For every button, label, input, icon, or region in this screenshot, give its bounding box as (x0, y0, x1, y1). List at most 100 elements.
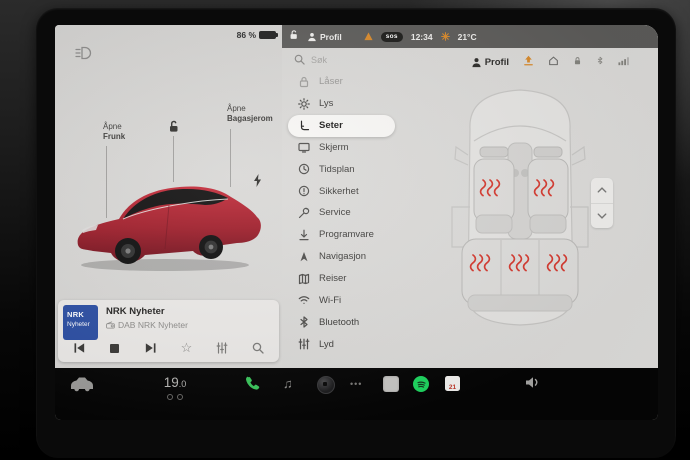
media-controls: ☆ (58, 338, 279, 358)
trunk-label-line1: Åpne (227, 104, 246, 113)
scroll-up-button[interactable] (591, 178, 613, 204)
media-source-row: DAB NRK Nyheter (106, 320, 188, 330)
music-app-icon[interactable]: ♫ (283, 376, 293, 391)
menu-label: Wi-Fi (319, 294, 342, 306)
trunk-label-line2: Bagasjerom (227, 114, 273, 123)
front-left-seat-button[interactable] (473, 146, 515, 234)
previous-track-button[interactable] (71, 340, 87, 356)
light-icon (298, 97, 310, 110)
profile-menu-label: Profil (484, 56, 509, 68)
scroll-down-button[interactable] (591, 204, 613, 229)
battery-percent: 86 % (236, 30, 256, 40)
menu-label: Lyd (319, 338, 334, 350)
seat-heater-indicators (147, 394, 203, 400)
menu-item-wifi[interactable]: Wi-Fi (288, 289, 359, 311)
climate-alert-icon[interactable] (440, 28, 450, 46)
media-player[interactable]: NRK Nyheter NRK Nyheter DAB NRK Nyheter (58, 300, 279, 362)
navigation-icon (298, 251, 310, 263)
menu-item-trips[interactable]: Reiser (288, 268, 364, 290)
safety-icon (298, 185, 310, 197)
menu-item-service[interactable]: Service (288, 202, 369, 224)
status-bar: Profil sos 12:34 21°C (282, 25, 658, 48)
album-art-line2: Nyheter (67, 321, 90, 328)
menu-label: Tidsplan (319, 163, 355, 175)
menu-label: Låser (319, 76, 343, 88)
menu-label: Lys (319, 98, 334, 110)
profile-label: Profil (320, 31, 342, 42)
app-launcher-bar: 19.0 ♫ ••• 21 (55, 368, 658, 420)
software-update-icon[interactable] (523, 53, 534, 71)
profile-menu-button[interactable]: Profil (471, 57, 509, 68)
frunk-label-line2: Frunk (103, 132, 126, 141)
theater-app-icon[interactable] (383, 376, 399, 392)
climate-temperature-button[interactable]: 19.0 (147, 374, 203, 400)
outside-temperature: 21°C (457, 31, 477, 42)
settings-search[interactable]: Søk (294, 54, 327, 65)
seat-map-scroll-control (591, 178, 613, 228)
media-title: NRK Nyheter (106, 306, 165, 317)
album-art: NRK Nyheter (63, 305, 98, 340)
cabin-temperature-decimal: .0 (178, 379, 187, 389)
homelink-icon[interactable] (548, 53, 559, 71)
media-subtitle: DAB NRK Nyheter (118, 320, 188, 330)
next-track-button[interactable] (143, 340, 159, 356)
album-art-line1: NRK (67, 310, 85, 319)
driver-profile-button[interactable]: Profil (307, 32, 342, 42)
menu-item-bluetooth[interactable]: Bluetooth (288, 311, 377, 333)
lock-status-icon[interactable] (573, 53, 582, 71)
podcast-app-icon[interactable] (317, 376, 335, 394)
frunk-label-line1: Åpne (103, 122, 122, 131)
calendar-app-icon[interactable]: 21 (445, 376, 460, 391)
battery-status: 86 % (236, 30, 278, 40)
rear-bench (461, 238, 579, 312)
menu-label: Skjerm (319, 141, 349, 153)
menu-label: Navigasjon (319, 251, 366, 263)
menu-label: Reiser (319, 273, 347, 285)
phone-app-icon[interactable] (245, 376, 260, 391)
vehicle-render (77, 186, 261, 271)
open-trunk-button[interactable]: Åpne Bagasjerom (227, 104, 273, 124)
menu-label: Bluetooth (319, 316, 360, 328)
settings-panel: Profil sos 12:34 21°C Søk Profil Låser L… (282, 25, 658, 368)
equalizer-icon[interactable] (214, 340, 230, 356)
chevron-down-icon (597, 213, 607, 219)
stop-button[interactable] (107, 340, 123, 356)
menu-item-software[interactable]: Programvare (288, 224, 392, 246)
media-search-icon[interactable] (250, 340, 266, 356)
warning-alert-icon[interactable] (364, 28, 373, 46)
menu-label: Service (319, 207, 351, 219)
favorite-star-icon[interactable]: ☆ (178, 340, 194, 356)
unlocked-icon[interactable] (288, 28, 299, 46)
volume-icon[interactable] (525, 376, 541, 389)
menu-item-safety[interactable]: Sikkerhet (288, 180, 377, 202)
seat-icon (298, 120, 310, 132)
headlight-indicator-icon (75, 46, 93, 65)
open-frunk-button[interactable]: Åpne Frunk (103, 122, 125, 142)
menu-label: Seter (319, 120, 343, 132)
search-placeholder: Søk (311, 54, 328, 65)
connectivity-signal-icon[interactable] (618, 53, 630, 71)
spotify-app-icon[interactable] (413, 376, 429, 392)
menu-label: Programvare (319, 229, 374, 241)
menu-item-seats[interactable]: Seter (288, 114, 395, 137)
battery-icon (259, 31, 278, 39)
menu-item-sound[interactable]: Lyd (288, 333, 352, 355)
more-apps-icon[interactable]: ••• (350, 379, 362, 389)
bluetooth-status-icon[interactable] (596, 53, 604, 71)
car-controls-icon[interactable] (69, 376, 95, 392)
sos-badge[interactable]: sos (380, 31, 403, 42)
front-right-seat-button[interactable] (527, 146, 569, 234)
search-icon (294, 54, 305, 65)
menu-item-display[interactable]: Skjerm (288, 137, 367, 159)
photo-background: 86 % Åpne Frunk Åpne Bagasjerom NRK Nyhe… (0, 0, 690, 460)
lock-icon (298, 76, 310, 88)
menu-item-locks[interactable]: Låser (288, 71, 361, 93)
schedule-icon (298, 163, 310, 175)
dab-radio-icon (106, 321, 115, 329)
chevron-up-icon (597, 187, 607, 193)
menu-item-lights[interactable]: Lys (288, 93, 351, 115)
menu-item-navigation[interactable]: Navigasjon (288, 246, 384, 268)
cabin-temperature: 19 (163, 375, 179, 390)
menu-item-schedule[interactable]: Tidsplan (288, 158, 373, 180)
menu-label: Sikkerhet (319, 185, 359, 197)
